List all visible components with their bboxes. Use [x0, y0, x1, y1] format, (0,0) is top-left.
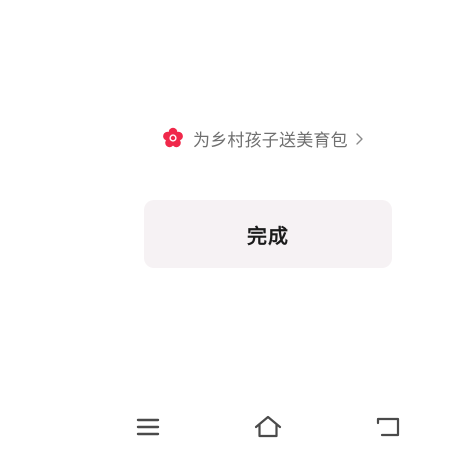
menu-icon	[135, 416, 161, 442]
promo-link[interactable]: 为乡村孩子送美育包	[162, 124, 364, 152]
home-icon	[253, 414, 283, 444]
red-flower-icon	[162, 127, 184, 149]
chevron-right-icon	[355, 131, 364, 145]
home-button[interactable]	[252, 413, 284, 445]
done-button[interactable]: 完成	[144, 200, 392, 268]
back-icon	[374, 415, 402, 443]
screen: 为乡村孩子送美育包 完成	[0, 0, 461, 461]
menu-button[interactable]	[132, 413, 164, 445]
promo-text: 为乡村孩子送美育包	[193, 130, 348, 151]
navigation-bar	[0, 405, 461, 453]
back-button[interactable]	[372, 413, 404, 445]
